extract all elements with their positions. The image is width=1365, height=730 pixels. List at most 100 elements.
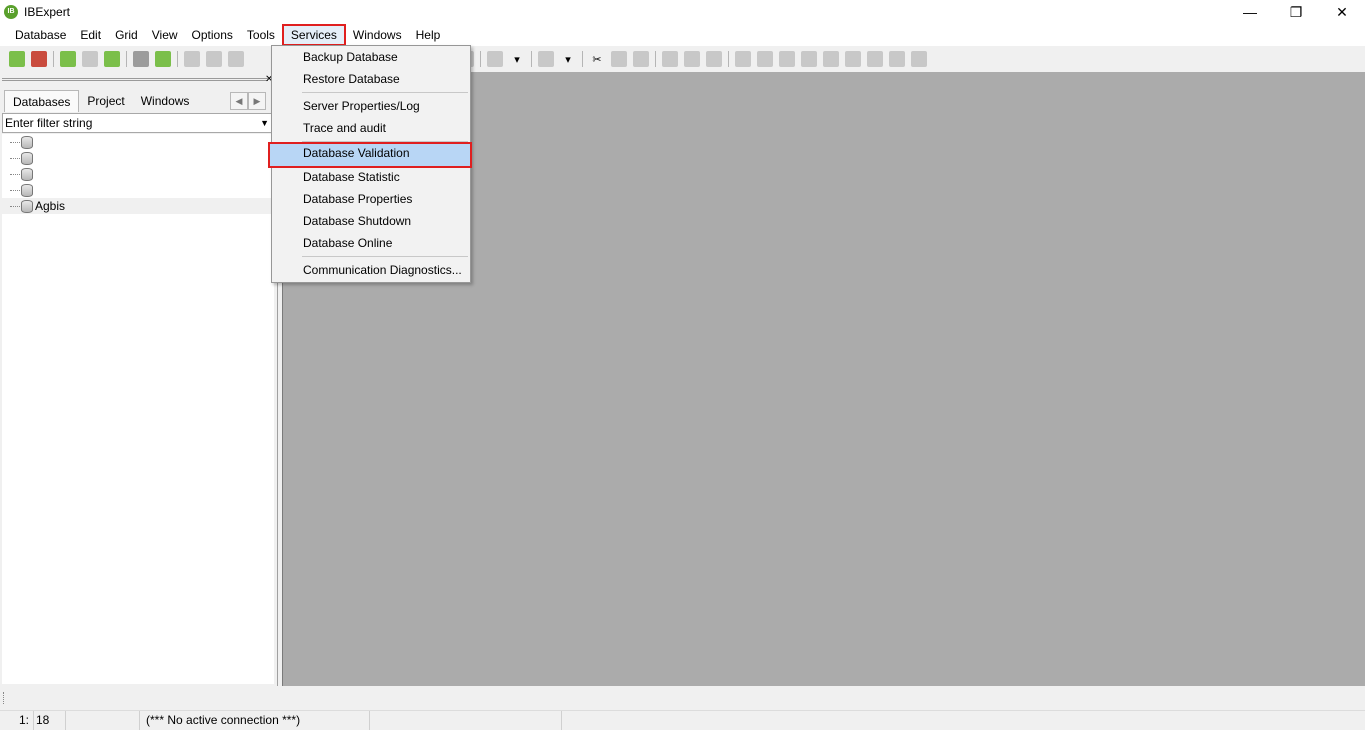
tree-connector bbox=[10, 157, 20, 159]
toolbar-separator bbox=[177, 51, 178, 67]
menu-item-server-properties-log[interactable]: Server Properties/Log bbox=[272, 95, 470, 117]
toolbar-separator bbox=[126, 51, 127, 67]
tree-item[interactable] bbox=[2, 134, 274, 150]
list-icon[interactable] bbox=[823, 51, 839, 67]
restore-button[interactable]: ❐ bbox=[1273, 0, 1319, 24]
copy-icon[interactable] bbox=[611, 51, 627, 67]
menu-view[interactable]: View bbox=[145, 24, 185, 46]
menu-item-database-statistic[interactable]: Database Statistic bbox=[272, 166, 470, 188]
check-icon[interactable] bbox=[867, 51, 883, 67]
toolbar-separator bbox=[582, 51, 583, 67]
database-icon bbox=[21, 199, 33, 213]
status-grip bbox=[3, 692, 6, 704]
toolbar-separator bbox=[728, 51, 729, 67]
chevron-down-icon[interactable]: ▾ bbox=[560, 51, 576, 67]
menu-bar: Database Edit Grid View Options Tools Se… bbox=[0, 24, 1365, 46]
find-icon[interactable] bbox=[662, 51, 678, 67]
status-bar: 1: 18 (*** No active connection ***) bbox=[0, 710, 1365, 730]
find-next-icon[interactable] bbox=[684, 51, 700, 67]
menu-item-database-online[interactable]: Database Online bbox=[272, 232, 470, 254]
open-folder-icon[interactable] bbox=[487, 51, 503, 67]
tree-connector bbox=[10, 173, 20, 175]
menu-item-database-validation[interactable]: Database Validation bbox=[268, 142, 472, 168]
register-database-icon[interactable] bbox=[9, 51, 25, 67]
save-icon[interactable] bbox=[538, 51, 554, 67]
tree-item[interactable] bbox=[2, 182, 274, 198]
new-document-icon[interactable] bbox=[206, 51, 222, 67]
tree-connector bbox=[10, 189, 20, 191]
database-explorer-panel: ✕ Databases Project Windows ◀ ▶ Enter fi… bbox=[0, 74, 278, 686]
menu-help[interactable]: Help bbox=[409, 24, 448, 46]
panel-grip[interactable] bbox=[2, 78, 268, 81]
cut-icon[interactable]: ✂ bbox=[589, 51, 605, 67]
toolbar-separator bbox=[531, 51, 532, 67]
tab-scroll-right-icon[interactable]: ▶ bbox=[248, 92, 266, 110]
document-icon[interactable] bbox=[184, 51, 200, 67]
explorer-tabs: Databases Project Windows bbox=[4, 90, 197, 112]
menu-edit[interactable]: Edit bbox=[73, 24, 108, 46]
window-title: IBExpert bbox=[24, 5, 71, 19]
tree-item[interactable] bbox=[2, 150, 274, 166]
tab-databases[interactable]: Databases bbox=[4, 90, 80, 112]
status-message: (*** No active connection ***) bbox=[140, 711, 370, 730]
status-line: 1: bbox=[0, 711, 34, 730]
secondary-status-bar bbox=[0, 686, 1365, 710]
menu-windows[interactable]: Windows bbox=[346, 24, 409, 46]
table-icon[interactable] bbox=[757, 51, 773, 67]
database-icon[interactable] bbox=[133, 51, 149, 67]
database-icon bbox=[21, 135, 33, 149]
menu-item-restore-database[interactable]: Restore Database bbox=[272, 68, 470, 90]
tree-item-agbis[interactable]: Agbis bbox=[2, 198, 274, 214]
toolbar: ▾ ▾ ✂ bbox=[0, 46, 1365, 72]
tree-icon[interactable] bbox=[845, 51, 861, 67]
tab-project[interactable]: Project bbox=[79, 90, 132, 112]
tree-connector bbox=[10, 141, 20, 143]
menu-item-database-shutdown[interactable]: Database Shutdown bbox=[272, 210, 470, 232]
status-empty-cell bbox=[66, 711, 140, 730]
tree-connector bbox=[10, 205, 20, 207]
menu-separator bbox=[302, 92, 468, 93]
paste-icon[interactable] bbox=[633, 51, 649, 67]
close-button[interactable]: ✕ bbox=[1319, 0, 1365, 24]
copy-document-icon[interactable] bbox=[228, 51, 244, 67]
tab-scroll-left-icon[interactable]: ◀ bbox=[230, 92, 248, 110]
menu-options[interactable]: Options bbox=[185, 24, 240, 46]
menu-grid[interactable]: Grid bbox=[108, 24, 145, 46]
disconnect-icon[interactable] bbox=[82, 51, 98, 67]
minimize-button[interactable]: — bbox=[1227, 0, 1273, 24]
status-empty-cell bbox=[370, 711, 562, 730]
database-icon bbox=[21, 151, 33, 165]
database-icon bbox=[21, 167, 33, 181]
menu-tools[interactable]: Tools bbox=[240, 24, 282, 46]
tab-windows[interactable]: Windows bbox=[133, 90, 198, 112]
status-column: 18 bbox=[34, 711, 66, 730]
unregister-database-icon[interactable] bbox=[31, 51, 47, 67]
filter-input[interactable]: Enter filter string ▼ bbox=[2, 113, 272, 133]
tree-item[interactable] bbox=[2, 166, 274, 182]
title-bar: IB IBExpert — ❐ ✕ bbox=[0, 0, 1365, 24]
database-tool-icon[interactable] bbox=[735, 51, 751, 67]
import-icon[interactable] bbox=[155, 51, 171, 67]
replace-icon[interactable] bbox=[706, 51, 722, 67]
connect-icon[interactable] bbox=[60, 51, 76, 67]
menu-database[interactable]: Database bbox=[8, 24, 73, 46]
database-tree: Agbis bbox=[2, 134, 274, 684]
delete-icon[interactable] bbox=[889, 51, 905, 67]
toolbar-separator bbox=[655, 51, 656, 67]
users-icon[interactable] bbox=[911, 51, 927, 67]
grid-icon[interactable] bbox=[779, 51, 795, 67]
chevron-down-icon[interactable]: ▼ bbox=[260, 114, 269, 132]
menu-services[interactable]: Services bbox=[281, 24, 346, 46]
tree-item-label: Agbis bbox=[35, 199, 66, 213]
database-icon bbox=[21, 183, 33, 197]
menu-item-communication-diagnostics[interactable]: Communication Diagnostics... bbox=[272, 259, 470, 281]
menu-item-backup-database[interactable]: Backup Database bbox=[272, 46, 470, 68]
services-menu: Backup Database Restore Database Server … bbox=[268, 45, 472, 283]
reconnect-icon[interactable] bbox=[104, 51, 120, 67]
chevron-down-icon[interactable]: ▾ bbox=[509, 51, 525, 67]
toolbar-separator bbox=[53, 51, 54, 67]
ibexpert-logo-icon: IB bbox=[4, 5, 18, 19]
settings-icon[interactable] bbox=[801, 51, 817, 67]
menu-item-trace-and-audit[interactable]: Trace and audit bbox=[272, 117, 470, 139]
menu-item-database-properties[interactable]: Database Properties bbox=[272, 188, 470, 210]
